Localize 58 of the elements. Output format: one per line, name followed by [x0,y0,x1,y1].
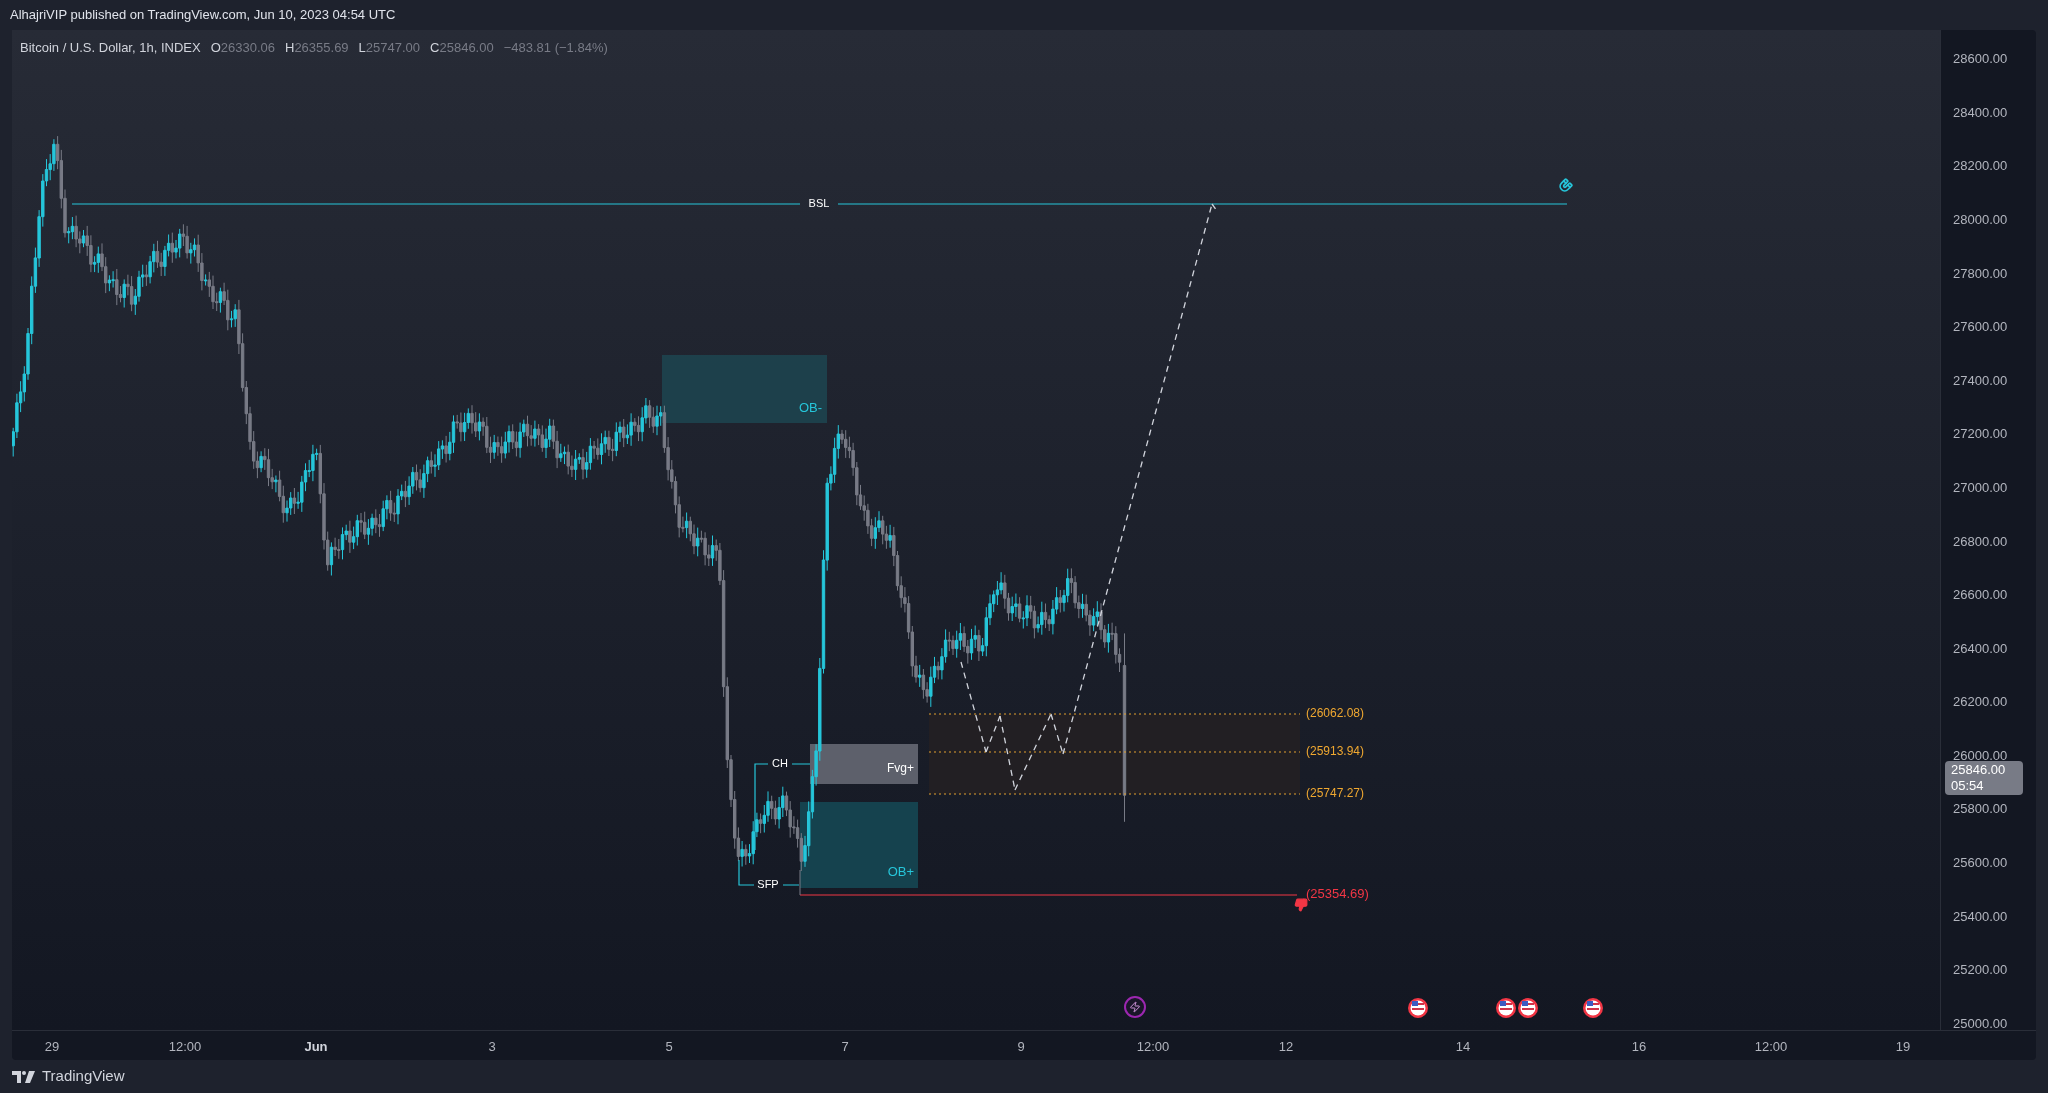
time-tick: 7 [841,1038,849,1056]
price-tick: 27400.00 [1953,372,2008,390]
level-label: (25913.94) [1306,744,1365,759]
bracket-line [738,859,800,886]
time-tick: 5 [665,1038,673,1056]
ohlc-value: H26355.69 [285,39,349,57]
ohlc-value: C25846.00 [430,39,494,57]
price-tick: 28600.00 [1953,50,2008,68]
liquidity-label: BSL [808,196,830,209]
price-tick: 27200.00 [1953,425,2008,443]
flag-icon[interactable] [1408,998,1603,1018]
thumbs-down-icon [1294,898,1308,912]
ohlc-value: L25747.00 [358,39,421,57]
price-tick: 27000.00 [1953,479,2008,497]
price-tick: 26400.00 [1953,640,2008,658]
price-tick: 26200.00 [1953,693,2008,711]
time-tick: 29 [44,1038,60,1056]
level-label: (26062.08) [1306,706,1365,721]
price-tick: 25200.00 [1953,961,2008,979]
time-tick: 14 [1455,1038,1471,1056]
brand-name: TradingView [42,1066,125,1087]
time-tick: 12:00 [1754,1038,1788,1056]
order-block-label: OB- [798,400,822,416]
lightning-icon[interactable] [1124,996,1146,1018]
logo-icon [12,1070,36,1083]
price-tick: 27800.00 [1953,265,2008,283]
price-tick: 25800.00 [1953,800,2008,818]
price-tick: 26600.00 [1953,586,2008,604]
price-tick: 25600.00 [1953,854,2008,872]
time-tick: 12 [1278,1038,1294,1056]
price-tick: 28400.00 [1953,104,2008,122]
price-tick: 27600.00 [1953,318,2008,336]
time-tick: 3 [488,1038,496,1056]
time-tick: 16 [1631,1038,1647,1056]
price-tick: 26000.00 [1953,747,2008,765]
magnet-icon [1559,178,1573,192]
time-tick: 12:00 [1136,1038,1170,1056]
time-tick: 19 [1895,1038,1911,1056]
structure-label: SFP [757,877,779,890]
level-label: (25747.27) [1306,786,1365,801]
stop-level-label: (25354.69) [1306,886,1369,902]
time-tick: Jun [304,1038,328,1056]
price-tick: 25000.00 [1953,1015,2008,1033]
order-block-label: OB+ [887,864,914,880]
price-tick: 28000.00 [1953,211,2008,229]
price-change: −483.81 (−1.84%) [503,39,608,57]
bar-countdown: 05:54 [1951,778,1985,794]
ohlc-value: O26330.06 [210,39,275,57]
structure-label: CH [772,756,788,769]
gap-label: Fvg+ [887,761,914,776]
price-tick: 26800.00 [1953,533,2008,551]
price-tick: 28200.00 [1953,157,2008,175]
publish-info: AlhajriVIP published on TradingView.com, Jun 10, 2023 04:54 UTC [10,6,396,25]
time-tick: 9 [1017,1038,1025,1056]
current-price: 25846.00 [1951,762,2007,778]
price-tick: 25400.00 [1953,908,2008,926]
symbol-title: Bitcoin / U.S. Dollar, 1h, INDEX [20,39,201,57]
time-tick: 12:00 [168,1038,202,1056]
